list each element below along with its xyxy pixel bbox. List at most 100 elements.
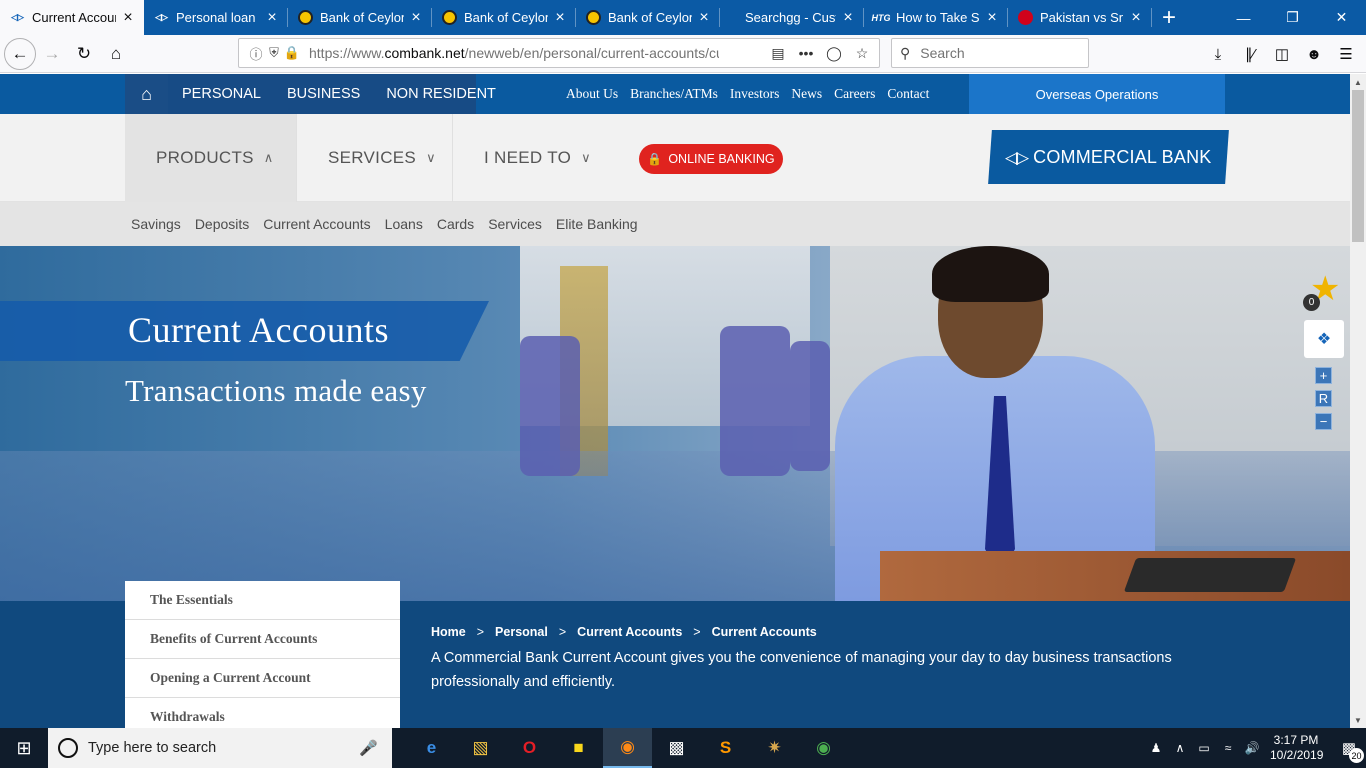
close-icon[interactable]: × <box>984 9 1000 27</box>
breadcrumb-home[interactable]: Home <box>431 625 466 639</box>
window-close-icon[interactable]: ✕ <box>1317 0 1366 35</box>
home-icon[interactable]: ⌂ <box>100 38 132 70</box>
chrome-icon[interactable]: ◉ <box>799 728 848 768</box>
breadcrumb-current-accounts[interactable]: Current Accounts <box>577 625 682 639</box>
tab-pakistan-vs-sri-lanka[interactable]: Pakistan vs Sri L × <box>1008 0 1152 35</box>
account-icon[interactable]: ☻ <box>1298 38 1330 70</box>
microphone-icon[interactable]: 🎤 <box>359 739 378 757</box>
tab-personal-loan[interactable]: ◁▷ Personal loan | | × <box>144 0 288 35</box>
home-icon[interactable]: ⌂ <box>125 74 168 114</box>
subnav-elite-banking[interactable]: Elite Banking <box>549 216 645 232</box>
tab-current-accounts[interactable]: ◁▷ Current Accoun × <box>0 0 144 35</box>
tab-bank-of-ceylon-1[interactable]: Bank of Ceylon × <box>288 0 432 35</box>
url-text[interactable]: https://www.combank.net/newweb/en/person… <box>309 45 719 61</box>
link-news[interactable]: News <box>785 86 828 102</box>
subnav-loans[interactable]: Loans <box>378 216 430 232</box>
forward-arrow-icon[interactable]: → <box>36 38 68 70</box>
zoom-in-button[interactable]: + <box>1315 367 1332 384</box>
subnav-services[interactable]: Services <box>481 216 549 232</box>
link-contact[interactable]: Contact <box>881 86 935 102</box>
overseas-operations-link[interactable]: Overseas Operations <box>969 74 1225 114</box>
sublime-text-icon[interactable]: S <box>701 728 750 768</box>
windows-start-icon[interactable]: ⊞ <box>0 728 48 768</box>
products-menu[interactable]: PRODUCTS ∧ <box>125 114 296 202</box>
menu-icon[interactable]: ☰ <box>1330 38 1362 70</box>
movies-tv-icon[interactable]: ▩ <box>652 728 701 768</box>
secure-lock-icon[interactable]: 🔒 <box>283 45 301 61</box>
breadcrumb-separator: > <box>558 625 567 639</box>
subnav-deposits[interactable]: Deposits <box>188 216 256 232</box>
side-menu-opening-account[interactable]: Opening a Current Account <box>125 659 400 698</box>
close-icon[interactable]: × <box>696 9 712 27</box>
online-banking-button[interactable]: 🔒 ONLINE BANKING <box>639 144 783 174</box>
segment-business[interactable]: BUSINESS <box>273 74 372 114</box>
tab-title: Pakistan vs Sri L <box>1040 10 1124 25</box>
sidebar-icon[interactable]: ◫ <box>1266 38 1298 70</box>
sticky-notes-icon[interactable]: ■ <box>554 728 603 768</box>
subnav-savings[interactable]: Savings <box>124 216 188 232</box>
reload-icon[interactable]: ↻ <box>68 38 100 70</box>
download-icon[interactable]: ⤓ <box>1202 38 1234 70</box>
side-menu-the-essentials[interactable]: The Essentials <box>125 581 400 620</box>
subnav-cards[interactable]: Cards <box>430 216 481 232</box>
scroll-down-icon[interactable]: ▼ <box>1350 712 1366 728</box>
volume-icon[interactable]: 🔊 <box>1240 741 1264 755</box>
library-icon[interactable]: ∥⁄ <box>1234 38 1266 70</box>
share-icon[interactable]: ❖ <box>1304 320 1344 358</box>
wifi-icon[interactable]: ≈ <box>1216 741 1240 755</box>
system-clock[interactable]: 3:17 PM 10/2/2019 <box>1270 733 1323 763</box>
pocket-icon[interactable]: ◯ <box>823 45 845 62</box>
url-bar[interactable]: ⓘ ⛨ 🔒 https://www.combank.net/newweb/en/… <box>238 38 880 68</box>
opera-icon[interactable]: O <box>505 728 554 768</box>
zoom-out-button[interactable]: − <box>1315 413 1332 430</box>
tracking-shield-icon[interactable]: ⛨ <box>265 45 283 61</box>
firefox-icon[interactable]: ◉ <box>603 728 652 768</box>
hero-title: Current Accounts <box>128 310 389 350</box>
breadcrumb-personal[interactable]: Personal <box>495 625 548 639</box>
tab-bank-of-ceylon-2[interactable]: Bank of Ceylon × <box>432 0 576 35</box>
scroll-up-icon[interactable]: ▲ <box>1350 74 1366 90</box>
info-icon[interactable]: ⓘ <box>247 44 265 63</box>
side-menu-withdrawals[interactable]: Withdrawals <box>125 698 400 728</box>
commercial-bank-logo[interactable]: ◁▷ COMMERCIAL BANK <box>988 130 1229 184</box>
scrollbar-thumb[interactable] <box>1352 90 1364 242</box>
paint-icon[interactable]: ✷ <box>750 728 799 768</box>
link-careers[interactable]: Careers <box>828 86 881 102</box>
close-icon[interactable]: × <box>408 9 424 27</box>
bookmark-star-icon[interactable]: ☆ <box>851 45 873 62</box>
back-arrow-icon[interactable]: ← <box>4 37 36 70</box>
reader-view-icon[interactable]: ▤ <box>767 45 789 62</box>
close-icon[interactable]: × <box>120 9 136 27</box>
segment-personal[interactable]: PERSONAL <box>168 74 273 121</box>
new-tab-button[interactable]: + <box>1152 0 1186 35</box>
more-actions-icon[interactable]: ••• <box>795 45 817 61</box>
link-branches-atms[interactable]: Branches/ATMs <box>624 86 724 102</box>
restore-icon[interactable]: ❐ <box>1268 0 1317 35</box>
tab-searchgg[interactable]: Searchgg - Custom × <box>720 0 864 35</box>
action-center-icon[interactable]: ▩ 20 <box>1332 739 1366 763</box>
close-icon[interactable]: × <box>552 9 568 27</box>
zoom-reset-button[interactable]: R <box>1315 390 1332 407</box>
subnav-current-accounts[interactable]: Current Accounts <box>256 216 377 232</box>
close-icon[interactable]: × <box>840 9 856 27</box>
tab-bank-of-ceylon-3[interactable]: Bank of Ceylon × <box>576 0 720 35</box>
side-menu-benefits[interactable]: Benefits of Current Accounts <box>125 620 400 659</box>
edge-icon[interactable]: e <box>407 728 456 768</box>
page-scrollbar[interactable]: ▲ ▼ <box>1350 74 1366 728</box>
battery-icon[interactable]: ▭ <box>1192 741 1216 755</box>
link-investors[interactable]: Investors <box>724 86 786 102</box>
taskbar-search-input[interactable]: Type here to search 🎤 <box>48 728 392 768</box>
close-icon[interactable]: × <box>264 9 280 27</box>
chevron-up-icon[interactable]: ∧ <box>1168 741 1192 755</box>
minimize-icon[interactable]: — <box>1219 0 1268 35</box>
link-about-us[interactable]: About Us <box>560 86 624 102</box>
people-icon[interactable]: ♟ <box>1144 741 1168 755</box>
close-icon[interactable]: × <box>1128 9 1144 27</box>
i-need-to-menu[interactable]: I NEED TO ∨ <box>453 114 623 202</box>
file-explorer-icon[interactable]: ▧ <box>456 728 505 768</box>
search-input[interactable]: ⚲ Search <box>891 38 1089 68</box>
segment-non-resident[interactable]: NON RESIDENT <box>372 74 508 114</box>
tab-how-to-take-screenshot[interactable]: HTG How to Take Sc × <box>864 0 1008 35</box>
services-menu[interactable]: SERVICES ∨ <box>296 114 453 202</box>
favourites-count: 0 <box>1303 294 1320 311</box>
